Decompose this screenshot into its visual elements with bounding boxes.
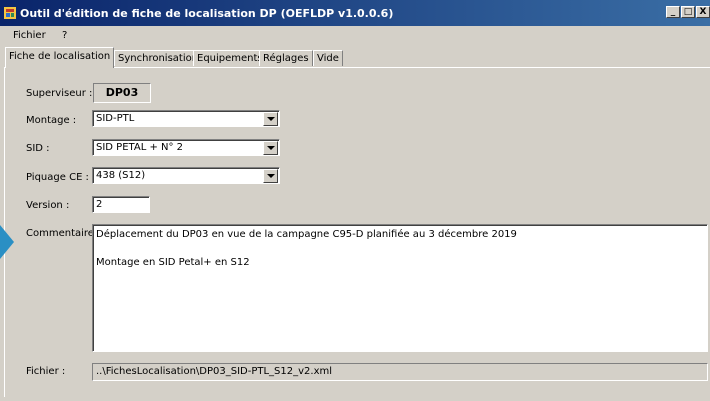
- superviseur-value: DP03: [93, 83, 151, 103]
- maximize-button[interactable]: □: [681, 6, 695, 18]
- app-icon: [4, 7, 16, 19]
- version-label: Version :: [26, 200, 70, 211]
- dropdown-arrow-icon[interactable]: [263, 141, 278, 155]
- menu-fichier[interactable]: Fichier: [13, 30, 46, 41]
- commentaire-label: Commentaire :: [26, 228, 101, 239]
- dropdown-arrow-icon[interactable]: [263, 169, 278, 183]
- dropdown-arrow-icon[interactable]: [263, 112, 278, 126]
- sid-value: SID PETAL + N° 2: [96, 142, 184, 153]
- superviseur-label: Superviseur :: [26, 88, 93, 99]
- sid-select[interactable]: SID PETAL + N° 2: [92, 139, 280, 156]
- tab-equipements[interactable]: Equipements: [193, 50, 267, 66]
- minimize-button[interactable]: _: [666, 6, 680, 18]
- tab-synchronisation[interactable]: Synchronisation: [114, 50, 203, 66]
- sid-label: SID :: [26, 143, 50, 154]
- fichier-label: Fichier :: [26, 366, 66, 377]
- version-input[interactable]: 2: [92, 196, 150, 213]
- fichier-path: ..\FichesLocalisation\DP03_SID-PTL_S12_v…: [92, 363, 708, 381]
- tab-fiche-localisation[interactable]: Fiche de localisation: [5, 47, 115, 68]
- piquage-label: Piquage CE :: [26, 172, 89, 183]
- tab-reglages[interactable]: Réglages: [259, 50, 313, 66]
- montage-label: Montage :: [26, 115, 77, 126]
- title-bar[interactable]: Outil d'édition de fiche de localisation…: [0, 0, 710, 26]
- close-button[interactable]: X: [696, 6, 710, 18]
- montage-value: SID-PTL: [96, 113, 135, 124]
- piquage-value: 438 (S12): [96, 170, 146, 181]
- tab-vide[interactable]: Vide: [313, 50, 343, 66]
- menu-bar: Fichier ?: [0, 26, 710, 46]
- commentaire-textarea[interactable]: Déplacement du DP03 en vue de la campagn…: [92, 224, 708, 352]
- window-title: Outil d'édition de fiche de localisation…: [20, 7, 394, 20]
- menu-help[interactable]: ?: [62, 30, 67, 41]
- tab-strip: Fiche de localisation Synchronisation Eq…: [0, 46, 710, 68]
- montage-select[interactable]: SID-PTL: [92, 110, 280, 127]
- side-arrow-icon: [0, 225, 14, 259]
- piquage-select[interactable]: 438 (S12): [92, 167, 280, 184]
